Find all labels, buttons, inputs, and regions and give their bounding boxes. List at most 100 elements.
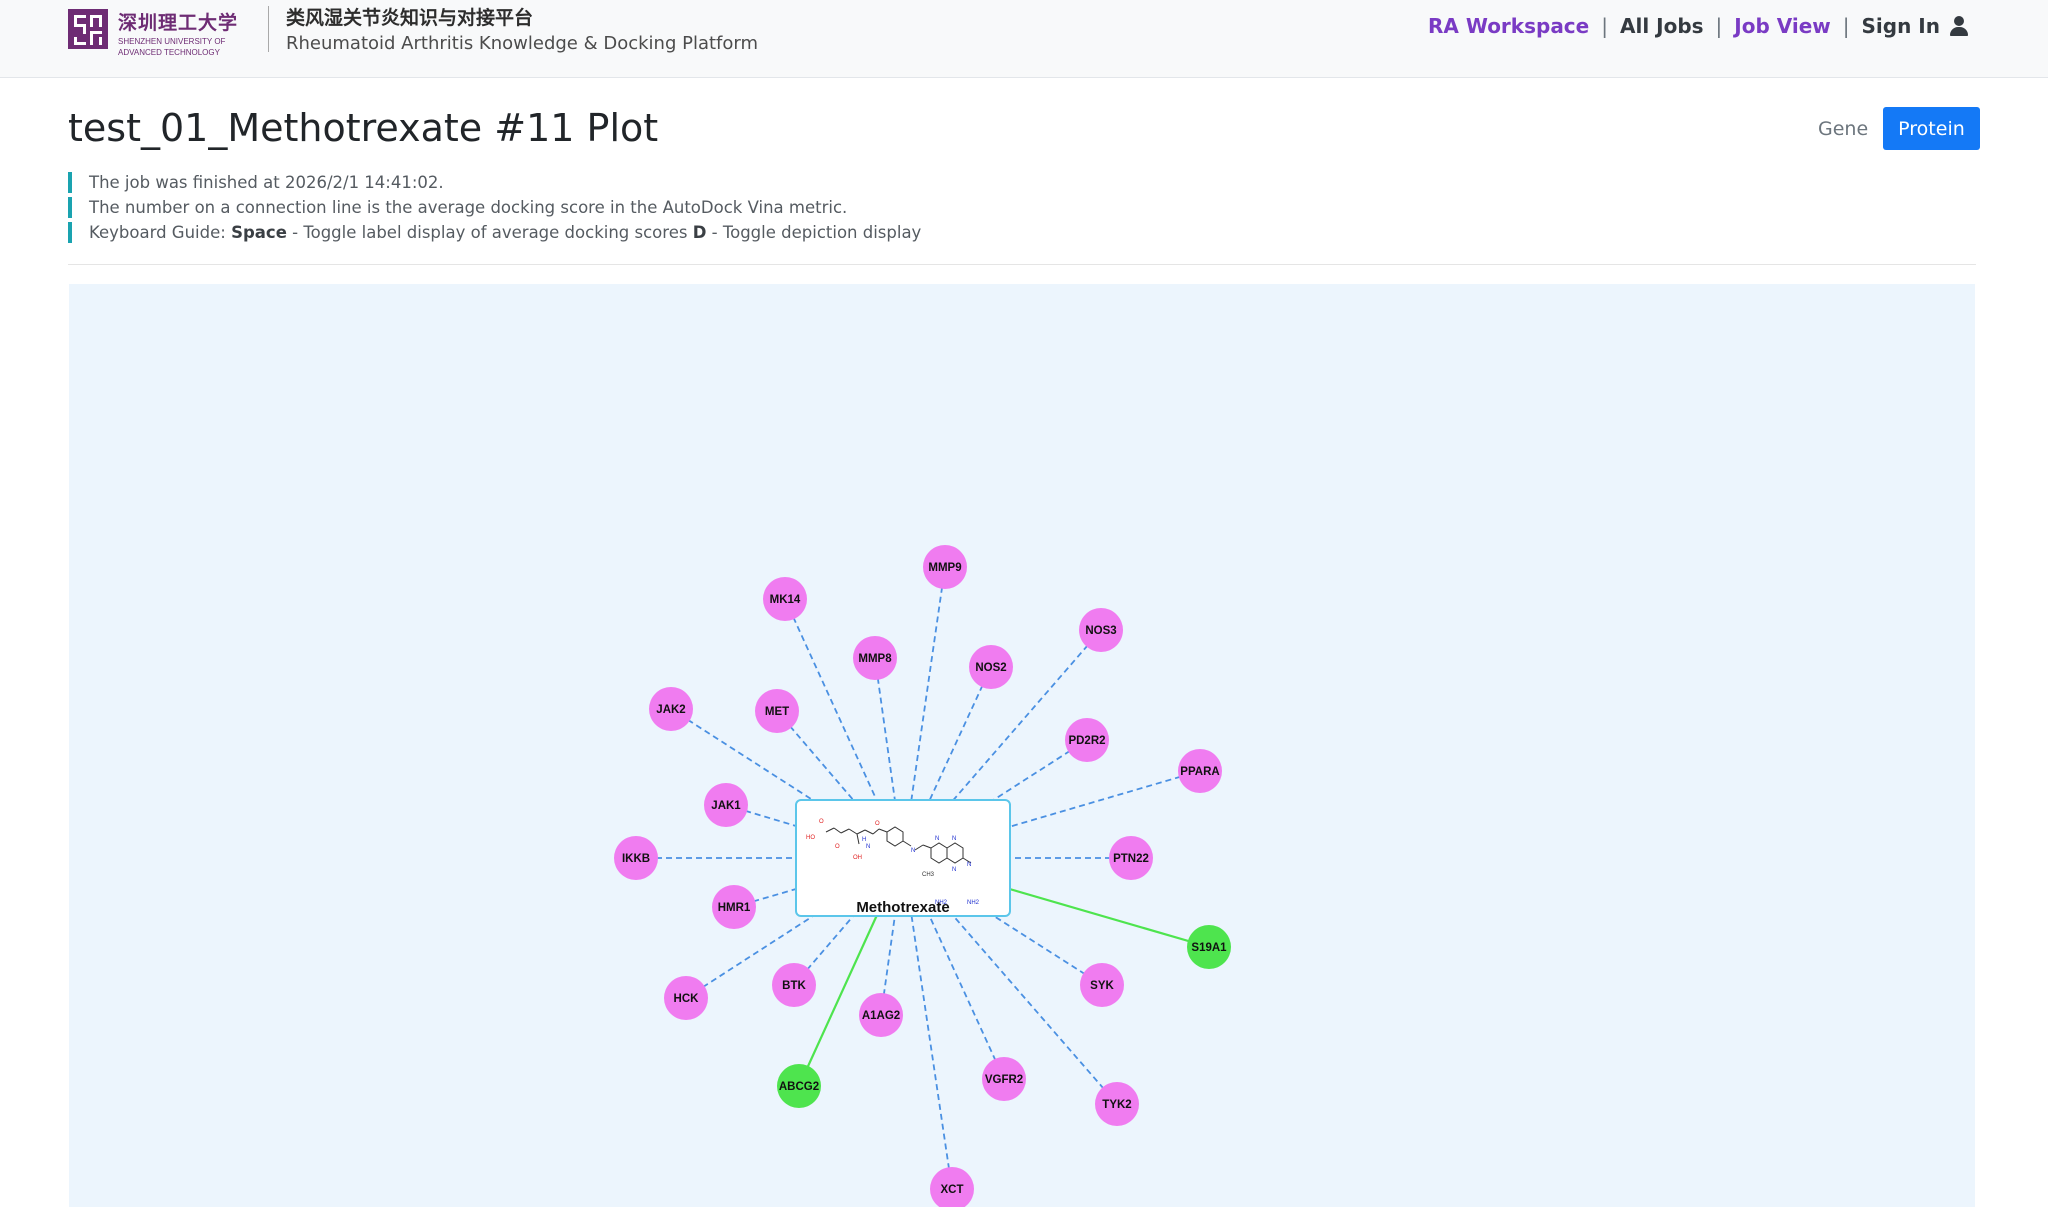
atom-label: N: [935, 836, 939, 842]
sign-in-label: Sign In: [1861, 14, 1940, 38]
atom-label: N: [952, 836, 956, 842]
node-label-nos2: NOS2: [975, 662, 1006, 674]
nav-separator: |: [1715, 14, 1723, 38]
node-label-hck: HCK: [674, 993, 700, 1005]
target-node-syk[interactable]: SYK: [1080, 963, 1124, 1007]
job-finished-note: The job was finished at 2026/2/1 14:41:0…: [68, 172, 921, 193]
target-node-s19a1[interactable]: S19A1: [1187, 925, 1231, 969]
target-node-vgfr2[interactable]: VGFR2: [982, 1057, 1026, 1101]
node-label-hmr1: HMR1: [718, 902, 751, 914]
d-key-description: - Toggle depiction display: [706, 223, 922, 242]
atom-label: N: [952, 867, 956, 873]
node-label-mk14: MK14: [770, 594, 801, 606]
platform-name-chinese: 类风湿关节炎知识与对接平台: [286, 7, 534, 29]
atom-label: NH2: [967, 900, 980, 906]
target-node-ptn22[interactable]: PTN22: [1109, 836, 1153, 880]
atom-label: HO: [806, 835, 815, 841]
atom-label: N: [911, 848, 915, 854]
platform-name: 类风湿关节炎知识与对接平台 Rheumatoid Arthritis Knowl…: [286, 3, 758, 54]
atom-label: N: [866, 844, 870, 850]
sign-in-link[interactable]: Sign In: [1862, 14, 1968, 38]
nav-link-ra-workspace[interactable]: RA Workspace: [1428, 14, 1589, 38]
edge-mk14[interactable]: [784, 598, 878, 801]
node-label-jak1: JAK1: [711, 800, 741, 812]
section-divider: [68, 264, 1976, 265]
target-node-mk14[interactable]: MK14: [763, 577, 807, 621]
target-node-tyk2[interactable]: TYK2: [1095, 1082, 1139, 1126]
edge-tyk2[interactable]: [952, 915, 1118, 1105]
nav-separator: |: [1601, 14, 1608, 38]
network-plot-canvas[interactable]: HO O OH O H N O N N N N N NH2 NH2 CH3 Me…: [69, 284, 1975, 1207]
logo-chinese-name: 深圳理工大学: [118, 12, 239, 34]
center-node-methotrexate[interactable]: HO O OH O H N O N N N N N NH2 NH2 CH3 Me…: [795, 799, 1011, 917]
d-key-label: D: [692, 223, 707, 242]
target-node-abcg2[interactable]: ABCG2: [777, 1064, 821, 1108]
node-label-pd2r2: PD2R2: [1068, 735, 1105, 747]
nav-link-all-jobs[interactable]: All Jobs: [1620, 14, 1704, 38]
platform-name-english: Rheumatoid Arthritis Knowledge & Docking…: [286, 33, 759, 54]
edge-s19a1[interactable]: [1009, 888, 1210, 949]
node-label-s19a1: S19A1: [1191, 942, 1227, 954]
target-node-nos2[interactable]: NOS2: [969, 645, 1013, 689]
atom-label: H: [862, 837, 866, 843]
atom-label: N: [967, 862, 971, 868]
node-label-mmp9: MMP9: [928, 562, 961, 574]
target-node-hck[interactable]: HCK: [664, 976, 708, 1020]
edge-ppara[interactable]: [1009, 770, 1201, 828]
target-node-xct[interactable]: XCT: [930, 1167, 974, 1207]
top-navbar: 深圳理工大学 SHENZHEN UNIVERSITY OF ADVANCED T…: [0, 0, 2048, 78]
node-label-xct: XCT: [941, 1184, 964, 1196]
node-label-jak2: JAK2: [656, 704, 685, 716]
keyboard-guide-note: Keyboard Guide: Space - Toggle label dis…: [68, 222, 921, 243]
edge-mmp9[interactable]: [910, 566, 946, 801]
node-label-vgfr2: VGFR2: [985, 1074, 1023, 1086]
atom-label: O: [875, 821, 880, 827]
edge-xct[interactable]: [910, 915, 953, 1190]
docking-score-note: The number on a connection line is the a…: [68, 197, 921, 218]
target-node-btk[interactable]: BTK: [772, 963, 816, 1007]
gene-toggle-button[interactable]: Gene: [1803, 107, 1884, 150]
target-node-ppara[interactable]: PPARA: [1178, 749, 1222, 793]
atom-label: OH: [853, 855, 862, 861]
target-node-nos3[interactable]: NOS3: [1079, 608, 1123, 652]
space-key-description: - Toggle label display of average dockin…: [286, 223, 693, 242]
node-label-btk: BTK: [782, 980, 806, 992]
node-label-syk: SYK: [1090, 980, 1114, 992]
target-node-jak1[interactable]: JAK1: [704, 783, 748, 827]
edge-vgfr2[interactable]: [928, 915, 1005, 1080]
target-node-ikkb[interactable]: IKKB: [614, 836, 658, 880]
target-node-a1ag2[interactable]: A1AG2: [859, 993, 903, 1037]
network-graph[interactable]: HO O OH O H N O N N N N N NH2 NH2 CH3 Me…: [69, 284, 1975, 1207]
nav-link-job-view[interactable]: Job View: [1734, 14, 1830, 38]
target-node-mmp9[interactable]: MMP9: [923, 545, 967, 589]
target-node-jak2[interactable]: JAK2: [649, 687, 693, 731]
node-label-tyk2: TYK2: [1102, 1099, 1131, 1111]
center-node-label: Methotrexate: [856, 899, 949, 916]
node-label-ptn22: PTN22: [1113, 853, 1149, 865]
node-label-mmp8: MMP8: [858, 653, 892, 665]
protein-toggle-button[interactable]: Protein: [1883, 107, 1980, 150]
target-node-pd2r2[interactable]: PD2R2: [1065, 718, 1109, 762]
logo-divider: [268, 6, 269, 52]
page-title: test_01_Methotrexate #11 Plot: [68, 106, 659, 150]
atom-label: O: [835, 844, 840, 850]
node-label-ppara: PPARA: [1180, 766, 1219, 778]
atom-label: O: [819, 819, 824, 825]
user-icon: [1950, 16, 1968, 36]
view-toggle-group: Gene Protein: [1803, 107, 1980, 150]
atom-label: CH3: [922, 872, 935, 878]
main-nav: RA Workspace | All Jobs | Job View | Sig…: [1428, 14, 1968, 38]
keyboard-guide-prefix: Keyboard Guide:: [89, 223, 232, 242]
node-label-met: MET: [765, 706, 789, 718]
node-label-abcg2: ABCG2: [779, 1081, 819, 1093]
space-key-label: Space: [231, 223, 287, 242]
university-logo-icon[interactable]: [68, 9, 108, 49]
target-node-mmp8[interactable]: MMP8: [853, 636, 897, 680]
logo-english-name-line2: ADVANCED TECHNOLOGY: [118, 48, 220, 57]
node-label-nos3: NOS3: [1085, 625, 1116, 637]
target-node-met[interactable]: MET: [755, 689, 799, 733]
target-node-hmr1[interactable]: HMR1: [712, 885, 756, 929]
university-logo-text: 深圳理工大学 SHENZHEN UNIVERSITY OF ADVANCED T…: [118, 8, 242, 57]
nav-separator: |: [1842, 14, 1850, 38]
logo-english-name-line1: SHENZHEN UNIVERSITY OF: [118, 37, 226, 46]
